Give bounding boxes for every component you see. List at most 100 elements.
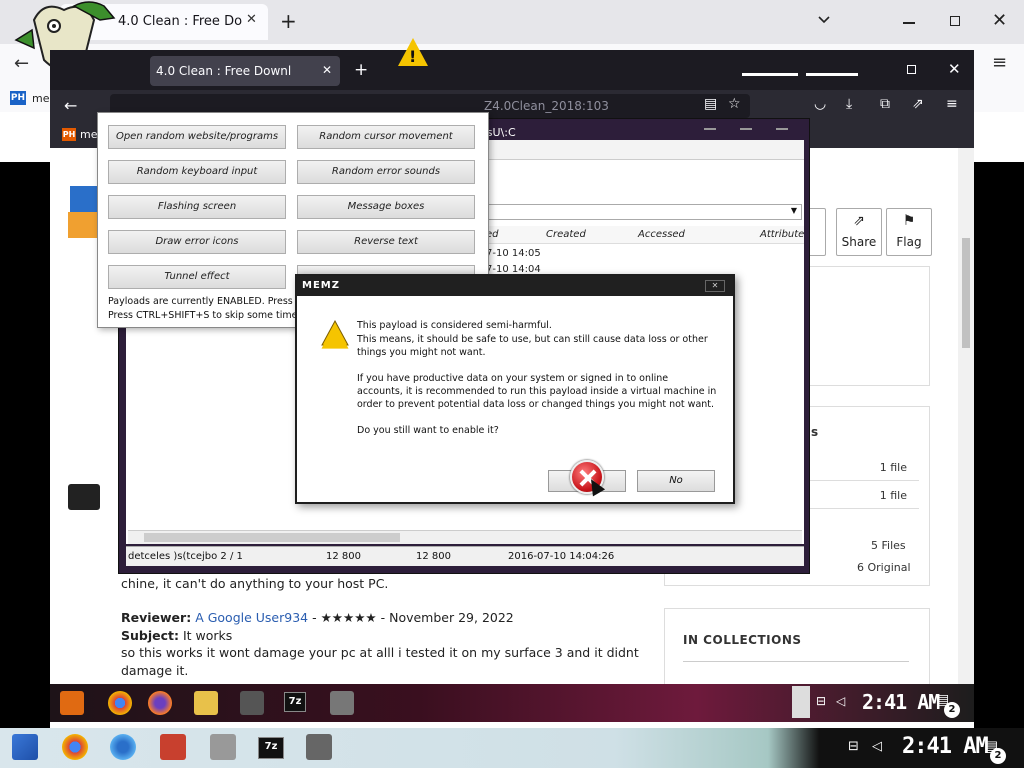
- outer-minimize-icon[interactable]: [903, 22, 915, 24]
- network-icon[interactable]: ⊟: [816, 694, 826, 708]
- inner-tab-close-icon[interactable]: ✕: [322, 63, 332, 77]
- dialog-title: MEMZ: [302, 280, 340, 291]
- clock[interactable]: 2:41 AM: [902, 734, 989, 759]
- inner-tab-title: 4.0 Clean : Free Downl: [156, 64, 292, 78]
- inner-new-tab-icon[interactable]: +: [354, 60, 368, 80]
- review-body-line: damage it.: [121, 663, 189, 678]
- outer-list-tabs-chevron-icon[interactable]: [816, 12, 832, 28]
- page-scrollbar[interactable]: [958, 148, 974, 684]
- inner-active-tab[interactable]: 4.0 Clean : Free Downl ✕: [150, 56, 340, 86]
- share-label: Share: [841, 235, 877, 249]
- divider: [683, 661, 909, 662]
- reader-view-icon[interactable]: ▤: [704, 96, 717, 112]
- start-icon[interactable]: [60, 691, 84, 715]
- chrome-icon[interactable]: [62, 734, 88, 760]
- dialog-message-line: If you have productive data on your syst…: [357, 373, 669, 384]
- status-modified: 2016-07-10 14:04:26: [508, 551, 615, 562]
- clock[interactable]: 2:41 AM: [862, 690, 940, 714]
- scrollbar-thumb[interactable]: [962, 238, 970, 348]
- column-attributes[interactable]: Attribute: [760, 229, 804, 240]
- 7zip-icon[interactable]: 7z: [258, 737, 284, 759]
- bookmark-star-icon[interactable]: ☆: [728, 96, 741, 112]
- dialog-close-icon[interactable]: ✕: [705, 280, 725, 292]
- downloads-header-fragment: s: [811, 425, 819, 439]
- download-icon[interactable]: ⤓: [846, 96, 852, 112]
- status-packed: 12 800: [416, 551, 451, 562]
- dialog-message-line: order to prevent potential data loss or …: [357, 399, 715, 410]
- status-size: 12 800: [326, 551, 361, 562]
- file-row[interactable]: 7-10 14:05: [486, 248, 541, 259]
- subject-label: Subject:: [121, 628, 179, 643]
- chrome-icon[interactable]: [108, 691, 132, 715]
- hscroll-thumb[interactable]: [144, 533, 400, 542]
- outer-close-icon[interactable]: ✕: [992, 10, 1007, 31]
- outer-tab-close-icon[interactable]: ✕: [246, 12, 257, 27]
- inner-back-icon[interactable]: ←: [64, 96, 77, 115]
- inner-bookmark-label[interactable]: me: [80, 128, 97, 141]
- reviewer-name-link[interactable]: A Google User934: [195, 610, 308, 625]
- bookmark-ph-icon: PH: [62, 128, 76, 141]
- outer-menu-icon[interactable]: ≡: [992, 52, 1007, 73]
- fm-maximize-icon[interactable]: [740, 128, 752, 130]
- original-count[interactable]: 6 Original: [857, 561, 911, 574]
- start-icon[interactable]: [12, 734, 38, 760]
- inner-menu-icon[interactable]: ≡: [946, 96, 958, 112]
- 7zip-icon[interactable]: 7z: [284, 692, 306, 712]
- media-player-icon[interactable]: [240, 691, 264, 715]
- outer-tab-title: 4.0 Clean : Free Downl: [118, 14, 242, 29]
- collections-box: IN COLLECTIONS: [664, 608, 930, 684]
- payload-button[interactable]: Message boxes: [297, 195, 475, 219]
- share-page-icon[interactable]: ⇗: [912, 96, 924, 112]
- file-manager-address[interactable]: ▼: [486, 204, 802, 220]
- payload-button[interactable]: Random error sounds: [297, 160, 475, 184]
- review-body-line: so this works it wont damage your pc at …: [121, 645, 639, 660]
- download-count: 1 file: [879, 489, 907, 502]
- volume-icon[interactable]: ◁: [872, 739, 882, 754]
- inner-tab-bar: 4.0 Clean : Free Downl ✕ + ✕: [50, 50, 974, 90]
- payload-button[interactable]: Random keyboard input: [108, 160, 286, 184]
- fm-close-icon[interactable]: [776, 128, 788, 130]
- file-explorer-icon[interactable]: [194, 691, 218, 715]
- column-accessed[interactable]: Accessed: [638, 229, 685, 240]
- share-button[interactable]: ⇗ Share: [836, 208, 882, 256]
- outer-taskbar: 7z ⊟ ◁ ▤ 2: [0, 728, 1024, 768]
- notification-badge: 2: [944, 702, 960, 718]
- memz-warning-dialog: MEMZ ✕ This payload is considered semi-h…: [295, 274, 735, 504]
- chat-icon[interactable]: [68, 484, 100, 510]
- address-dropdown-icon[interactable]: ▼: [791, 206, 797, 215]
- inner-close-icon[interactable]: ✕: [948, 60, 961, 78]
- file-list-hscroll[interactable]: [128, 530, 802, 544]
- store-icon[interactable]: [160, 734, 186, 760]
- fm-minimize-icon[interactable]: [704, 128, 716, 130]
- inner-taskbar: 7z ⊟ ◁ 2:41 AM ▤ 2: [50, 684, 974, 722]
- app-icon[interactable]: [306, 734, 332, 760]
- outer-new-tab-icon[interactable]: +: [280, 9, 297, 33]
- column-created[interactable]: Created: [546, 229, 586, 240]
- payload-button[interactable]: Draw error icons: [108, 230, 286, 254]
- payload-button[interactable]: Tunnel effect: [108, 265, 286, 289]
- media-player-icon[interactable]: [210, 734, 236, 760]
- inner-restore-line: [806, 73, 858, 76]
- inner-minimize-icon[interactable]: [742, 73, 798, 76]
- payload-button[interactable]: Reverse text: [297, 230, 475, 254]
- payload-button[interactable]: Flashing screen: [108, 195, 286, 219]
- flag-button[interactable]: ⚑ Flag: [886, 208, 932, 256]
- firefox-icon[interactable]: [110, 734, 136, 760]
- outer-maximize-icon[interactable]: [950, 16, 960, 26]
- files-count[interactable]: 5 Files: [871, 539, 906, 552]
- warning-exclamation-icon: !: [409, 47, 417, 66]
- reviewer-sep: -: [312, 610, 321, 625]
- volume-icon[interactable]: ◁: [836, 694, 845, 708]
- payload-button[interactable]: Random cursor movement: [297, 125, 475, 149]
- app-icon[interactable]: [330, 691, 354, 715]
- firefox-icon[interactable]: [148, 691, 172, 715]
- outer-bookmark-label[interactable]: me: [32, 92, 49, 105]
- inner-maximize-icon[interactable]: [907, 65, 916, 74]
- no-button[interactable]: No: [637, 470, 715, 492]
- payload-button[interactable]: Open random website/programs: [108, 125, 286, 149]
- extensions-icon[interactable]: ⧉: [880, 96, 890, 112]
- subject-text: It works: [179, 628, 233, 643]
- network-icon[interactable]: ⊟: [848, 739, 859, 754]
- book-icon: [70, 186, 100, 214]
- pocket-icon[interactable]: ◡: [814, 96, 826, 112]
